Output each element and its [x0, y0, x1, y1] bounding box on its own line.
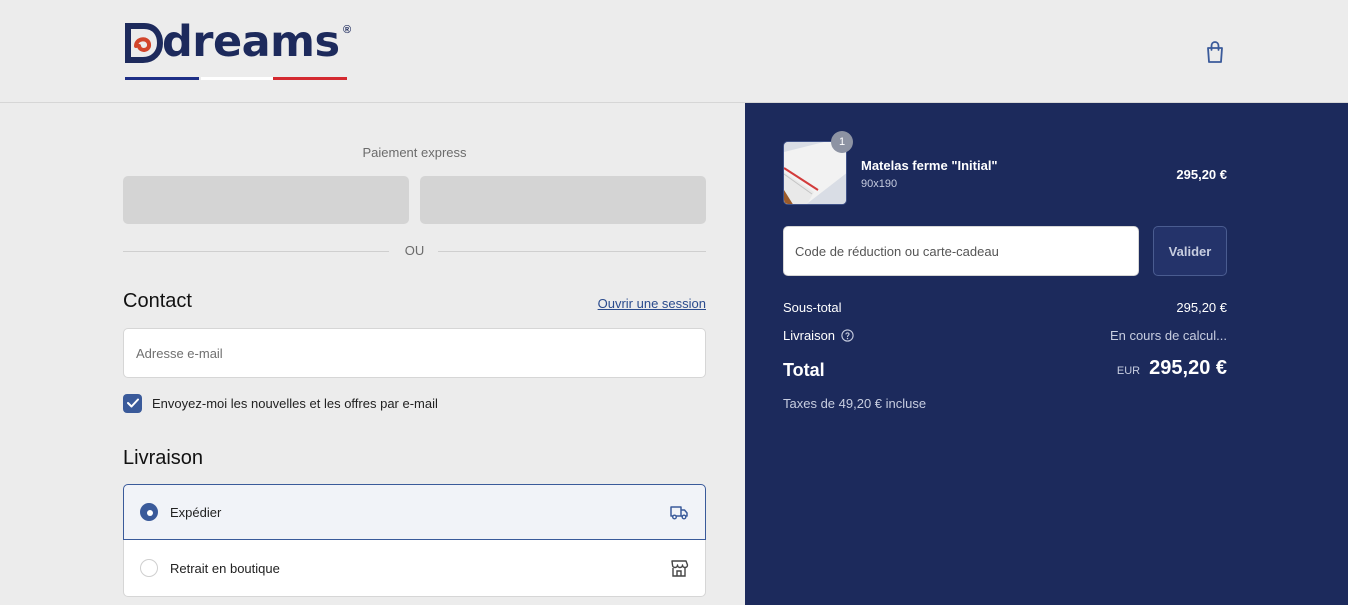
- product-variant: 90x190: [861, 178, 898, 190]
- flag-stripe-blue: [125, 77, 199, 80]
- email-input[interactable]: [123, 328, 706, 378]
- separator-line-right: [438, 251, 706, 252]
- total-label: Total: [783, 360, 825, 380]
- currency-code: EUR: [1116, 365, 1141, 377]
- shopping-bag-icon[interactable]: [1204, 40, 1226, 64]
- info-icon[interactable]: [841, 329, 854, 342]
- flag-stripe-red: [273, 77, 347, 80]
- delivery-title: Livraison: [123, 447, 204, 469]
- checkmark-icon: [126, 398, 139, 408]
- order-summary: 1 Matelas ferme "Initial" 90x190 295,20 …: [745, 103, 1348, 605]
- delivery-option-label: Expédier: [170, 504, 222, 520]
- store-icon: [671, 560, 689, 577]
- newsletter-checkbox[interactable]: [123, 393, 142, 413]
- shipping-value: En cours de calcul...: [1109, 328, 1227, 343]
- tax-note: Taxes de 49,20 € incluse: [783, 396, 927, 411]
- flag-stripe-white: [201, 77, 273, 80]
- delivery-option-ship[interactable]: Expédier: [123, 484, 706, 540]
- discount-code-input[interactable]: [783, 226, 1139, 276]
- login-link[interactable]: Ouvrir une session: [598, 296, 706, 311]
- express-pay-button-2[interactable]: [420, 176, 706, 224]
- product-price: 295,20 €: [1176, 167, 1227, 182]
- or-separator: OU: [123, 243, 706, 261]
- radio-pickup[interactable]: [140, 559, 158, 577]
- quantity-badge: 1: [831, 131, 853, 153]
- subtotal-label: Sous-total: [783, 300, 842, 315]
- total-value: 295,20 €: [1149, 357, 1227, 379]
- express-checkout-title: Paiement express: [362, 145, 467, 160]
- newsletter-row: Envoyez-moi les nouvelles et les offres …: [123, 393, 438, 413]
- brand-logo[interactable]: dreams ®: [122, 17, 357, 84]
- subtotal-value: 295,20 €: [1176, 300, 1227, 315]
- registered-mark: ®: [343, 24, 352, 36]
- contact-title: Contact: [123, 290, 192, 312]
- apply-discount-button[interactable]: Valider: [1153, 226, 1227, 276]
- delivery-option-label: Retrait en boutique: [170, 560, 280, 576]
- radio-ship[interactable]: [140, 503, 158, 521]
- shipping-label: Livraison: [783, 328, 836, 343]
- shipping-row-label: Livraison: [783, 328, 854, 343]
- product-name: Matelas ferme "Initial": [861, 158, 998, 173]
- newsletter-label: Envoyez-moi les nouvelles et les offres …: [152, 395, 438, 411]
- brand-name: dreams: [162, 17, 340, 67]
- header: dreams ®: [0, 0, 1348, 103]
- truck-icon: [670, 506, 688, 520]
- express-pay-button-1[interactable]: [123, 176, 409, 224]
- delivery-option-pickup[interactable]: Retrait en boutique: [123, 540, 706, 597]
- logo-mark-icon: [125, 23, 164, 63]
- total-value-group: EUR 295,20 €: [1117, 357, 1227, 380]
